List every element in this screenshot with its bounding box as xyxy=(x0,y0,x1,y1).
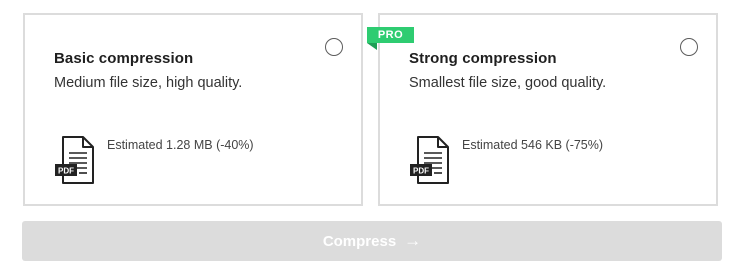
strong-compression-radio[interactable] xyxy=(680,38,698,56)
basic-compression-option[interactable]: Basic compression Medium file size, high… xyxy=(23,13,363,206)
option-description: Medium file size, high quality. xyxy=(54,75,243,91)
pdf-file-icon: PDF xyxy=(55,136,94,184)
compress-button[interactable]: Compress → xyxy=(22,221,722,261)
compress-button-label: Compress xyxy=(322,232,397,250)
size-estimate: Estimated 546 KB (-75%) xyxy=(462,138,604,152)
basic-compression-radio[interactable] xyxy=(325,38,343,56)
file-type-label: PDF xyxy=(58,167,74,176)
option-title: Basic compression xyxy=(54,50,194,67)
pro-badge: PRO xyxy=(367,27,414,43)
option-description: Smallest file size, good quality. xyxy=(409,75,607,91)
file-type-label: PDF xyxy=(413,167,429,176)
pro-badge-fold xyxy=(367,43,377,50)
strong-compression-option[interactable]: Strong compression Smallest file size, g… xyxy=(378,13,718,206)
size-estimate: Estimated 1.28 MB (-40%) xyxy=(107,138,254,152)
pdf-file-icon: PDF xyxy=(410,136,449,184)
arrow-right-icon: → xyxy=(404,231,422,250)
option-title: Strong compression xyxy=(409,50,557,67)
